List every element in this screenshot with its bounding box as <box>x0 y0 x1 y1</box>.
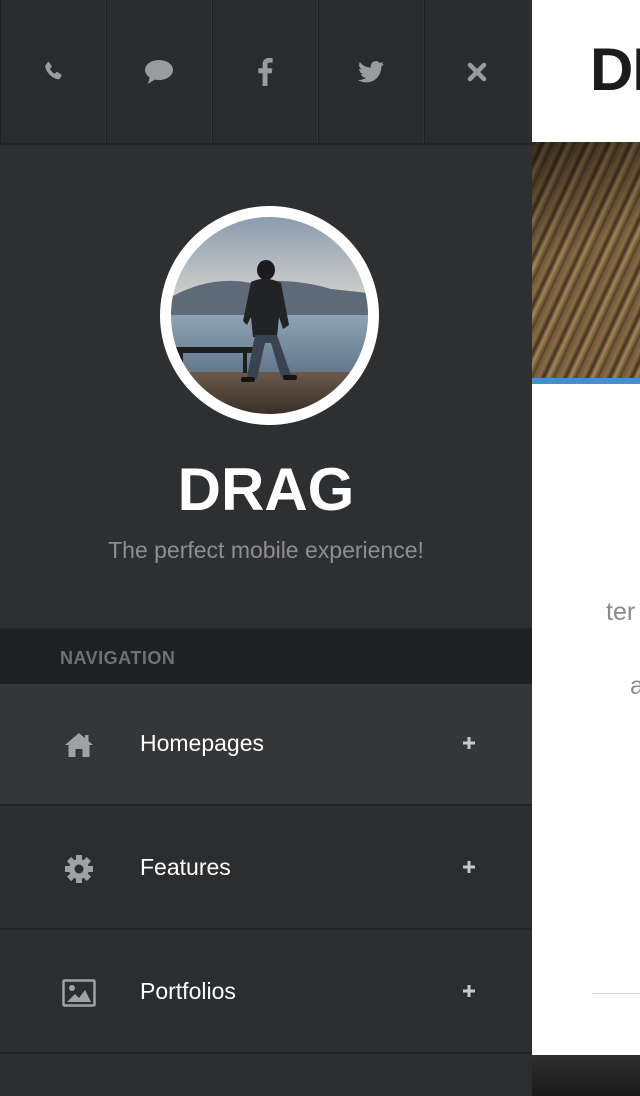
avatar <box>160 206 379 425</box>
content-footer-image <box>532 1055 640 1096</box>
gear-icon <box>62 853 96 885</box>
navigation-header-label: NAVIGATION <box>60 648 176 668</box>
plus-icon[interactable] <box>460 734 478 752</box>
content-accent-bar <box>532 378 640 384</box>
content-panel: DI ter a <box>532 0 640 1096</box>
facebook-button[interactable] <box>212 0 318 143</box>
plus-icon[interactable] <box>460 858 478 876</box>
nav-item-features[interactable]: Features <box>0 808 532 930</box>
facebook-icon <box>257 57 273 86</box>
profile-section: DRAG The perfect mobile experience! <box>0 145 532 627</box>
chat-bubble-icon <box>144 59 174 85</box>
nav-item-label: Portfolios <box>140 978 236 1004</box>
plus-icon[interactable] <box>460 982 478 1000</box>
phone-icon <box>41 60 65 84</box>
content-text-fragment: a <box>630 672 640 700</box>
sidebar: DRAG The perfect mobile experience! NAVI… <box>0 0 532 1096</box>
brand-tagline: The perfect mobile experience! <box>108 537 424 563</box>
nav-item-homepages[interactable]: Homepages <box>0 684 532 806</box>
nav-item-label: Features <box>140 854 231 880</box>
phone-button[interactable] <box>0 0 106 143</box>
nav-item-portfolios[interactable]: Portfolios <box>0 932 532 1054</box>
content-text-fragment: ter <box>606 598 636 626</box>
content-title: DI <box>590 36 640 103</box>
brand-title: DRAG <box>177 456 355 523</box>
navigation-header: NAVIGATION <box>0 628 532 684</box>
content-divider <box>592 993 640 994</box>
chat-button[interactable] <box>106 0 212 143</box>
nav-item-label: Homepages <box>140 730 265 756</box>
close-icon <box>467 62 487 82</box>
home-icon <box>62 729 96 761</box>
close-button[interactable] <box>424 0 530 143</box>
avatar-photo <box>171 217 368 414</box>
image-icon <box>62 977 96 1009</box>
twitter-icon <box>358 60 384 83</box>
content-hero-image <box>532 142 640 378</box>
twitter-button[interactable] <box>318 0 424 143</box>
social-bar <box>0 0 532 145</box>
